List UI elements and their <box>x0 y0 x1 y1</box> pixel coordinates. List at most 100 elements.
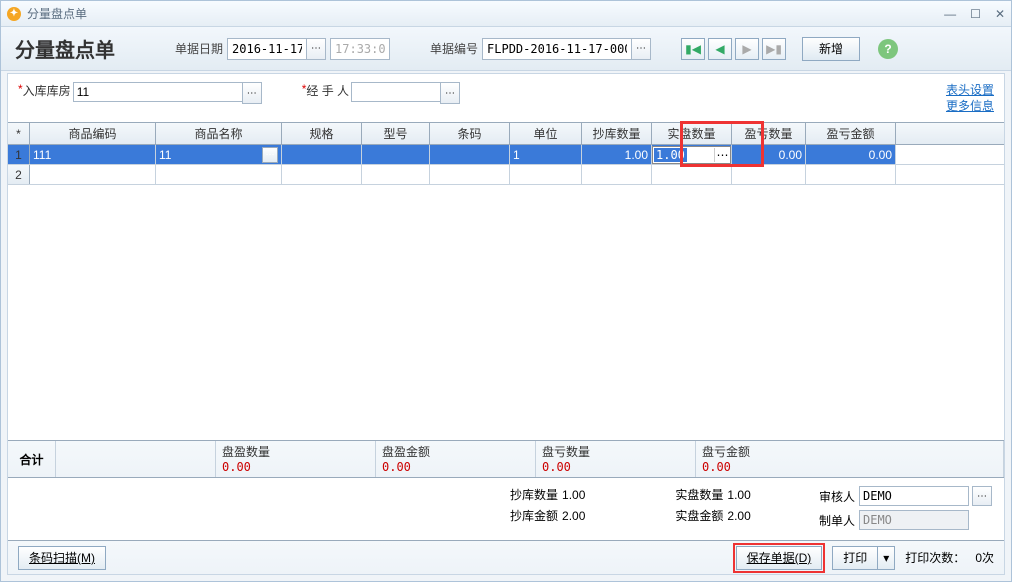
cell-model[interactable] <box>362 145 430 164</box>
col-diff-amt[interactable]: 盈亏金额 <box>806 123 896 144</box>
close-button[interactable]: ✕ <box>995 7 1005 21</box>
cell-diff-qty[interactable] <box>732 165 806 184</box>
print-dropdown-button[interactable]: ▾ <box>877 546 895 570</box>
cell-copy-qty[interactable]: 1.00 <box>582 145 652 164</box>
maximize-button[interactable]: ☐ <box>970 7 981 21</box>
col-code[interactable]: 商品编码 <box>30 123 156 144</box>
maker-label: 制单人 <box>819 512 855 529</box>
cell-spec[interactable] <box>282 165 362 184</box>
grid-header: * 商品编码 商品名称 规格 型号 条码 单位 抄库数量 实盘数量 盈亏数量 盈… <box>8 123 1004 145</box>
minimize-button[interactable]: — <box>944 7 956 21</box>
cell-real-qty[interactable]: 1.00 ⋯ <box>652 145 732 164</box>
deficit-qty-value: 0.00 <box>542 460 571 474</box>
col-name[interactable]: 商品名称 <box>156 123 282 144</box>
window-title: 分量盘点单 <box>27 5 87 22</box>
handler-lookup-button[interactable]: ⋯ <box>440 82 460 104</box>
real-qty-lookup-button[interactable]: ⋯ <box>714 148 730 162</box>
deficit-qty-label: 盘亏数量 <box>542 443 689 460</box>
cell-diff-amt[interactable] <box>806 165 896 184</box>
cell-spec[interactable] <box>282 145 362 164</box>
real-amt-label: 实盘金额 <box>675 507 723 524</box>
maker-input <box>859 510 969 530</box>
docno-lookup-button[interactable]: ⋯ <box>631 38 651 60</box>
surplus-qty-value: 0.00 <box>222 460 251 474</box>
header: 分量盘点单 单据日期 ⋯ 单据编号 ⋯ ▮◀ ◀ ▶ ▶▮ 新增 ? <box>1 27 1011 71</box>
deficit-amt-value: 0.00 <box>702 460 731 474</box>
titlebar: ✦ 分量盘点单 — ☐ ✕ <box>1 1 1011 27</box>
table-row[interactable]: 1 111 11 ⋯ 1 1.00 1.00 ⋯ 0.00 0 <box>8 145 1004 165</box>
app-icon: ✦ <box>7 7 21 21</box>
col-real-qty[interactable]: 实盘数量 <box>652 123 732 144</box>
auditor-input[interactable] <box>859 486 969 506</box>
print-button[interactable]: 打印 <box>832 546 878 570</box>
nav-buttons: ▮◀ ◀ ▶ ▶▮ <box>681 38 786 60</box>
cell-barcode[interactable] <box>430 145 510 164</box>
cell-copy-qty[interactable] <box>582 165 652 184</box>
time-input[interactable] <box>330 38 390 60</box>
print-count-value: 0次 <box>975 549 994 566</box>
real-qty-value: 1.00 <box>727 488 750 502</box>
surplus-amt-label: 盘盈金额 <box>382 443 529 460</box>
docno-input[interactable] <box>482 38 632 60</box>
help-icon[interactable]: ? <box>878 39 898 59</box>
window: ✦ 分量盘点单 — ☐ ✕ 分量盘点单 单据日期 ⋯ 单据编号 ⋯ ▮◀ ◀ ▶… <box>0 0 1012 582</box>
summary-bar: 抄库数量 1.00 抄库金额 2.00 实盘数量 1.00 实盘金额 2.00 … <box>8 480 1004 538</box>
page-title: 分量盘点单 <box>15 34 115 63</box>
more-info-link[interactable]: 更多信息 <box>946 98 994 114</box>
print-count-label: 打印次数： <box>905 549 965 566</box>
col-barcode[interactable]: 条码 <box>430 123 510 144</box>
nav-last-button[interactable]: ▶▮ <box>762 38 786 60</box>
cell-name[interactable] <box>156 165 282 184</box>
col-diff-qty[interactable]: 盈亏数量 <box>732 123 806 144</box>
save-button[interactable]: 保存单据(D) <box>736 546 823 570</box>
real-qty-editor[interactable]: 1.00 ⋯ <box>652 146 731 164</box>
totals-bar: 合计 盘盈数量 0.00 盘盈金额 0.00 盘亏数量 0.00 盘亏金额 0.… <box>8 440 1004 478</box>
barcode-scan-button[interactable]: 条码扫描(M) <box>18 546 106 570</box>
table-row[interactable]: 2 <box>8 165 1004 185</box>
copy-amt-label: 抄库金额 <box>510 507 558 524</box>
col-model[interactable]: 型号 <box>362 123 430 144</box>
warehouse-input[interactable] <box>73 82 243 102</box>
cell-name[interactable]: 11 ⋯ <box>156 145 282 164</box>
nav-prev-button[interactable]: ◀ <box>708 38 732 60</box>
cell-barcode[interactable] <box>430 165 510 184</box>
handler-label: 经 手 人 <box>306 82 349 99</box>
cell-model[interactable] <box>362 165 430 184</box>
nav-first-button[interactable]: ▮◀ <box>681 38 705 60</box>
new-button[interactable]: 新增 <box>802 37 860 61</box>
copy-qty-label: 抄库数量 <box>510 486 558 503</box>
real-amt-value: 2.00 <box>727 509 750 523</box>
date-picker-button[interactable]: ⋯ <box>306 38 326 60</box>
header-setting-link[interactable]: 表头设置 <box>946 82 994 98</box>
cell-code[interactable] <box>30 165 156 184</box>
cell-real-qty[interactable] <box>652 165 732 184</box>
cell-diff-amt[interactable]: 0.00 <box>806 145 896 164</box>
cell-unit[interactable] <box>510 165 582 184</box>
handler-input[interactable] <box>351 82 441 102</box>
real-qty-label: 实盘数量 <box>675 486 723 503</box>
col-unit[interactable]: 单位 <box>510 123 582 144</box>
warehouse-lookup-button[interactable]: ⋯ <box>242 82 262 104</box>
copy-amt-value: 2.00 <box>562 509 585 523</box>
row-number: 2 <box>8 165 30 184</box>
row-number: 1 <box>8 145 30 164</box>
auditor-lookup-button[interactable]: ⋯ <box>972 486 992 506</box>
cell-code[interactable]: 111 <box>30 145 156 164</box>
cell-unit[interactable]: 1 <box>510 145 582 164</box>
col-star[interactable]: * <box>8 123 30 144</box>
col-spec[interactable]: 规格 <box>282 123 362 144</box>
cell-diff-qty[interactable]: 0.00 <box>732 145 806 164</box>
footer: 条码扫描(M) 保存单据(D) 打印 ▾ 打印次数： 0次 <box>8 540 1004 574</box>
body: * 入库库房 ⋯ * 经 手 人 ⋯ 表头设置 更多信息 * 商品编码 商品名称… <box>7 73 1005 575</box>
warehouse-label: 入库库房 <box>23 82 71 99</box>
date-input[interactable] <box>227 38 307 60</box>
auditor-label: 审核人 <box>819 488 855 505</box>
surplus-amt-value: 0.00 <box>382 460 411 474</box>
filter-bar: * 入库库房 ⋯ * 经 手 人 ⋯ 表头设置 更多信息 <box>8 74 1004 122</box>
nav-next-button[interactable]: ▶ <box>735 38 759 60</box>
col-copy-qty[interactable]: 抄库数量 <box>582 123 652 144</box>
name-lookup-button[interactable]: ⋯ <box>262 147 278 163</box>
totals-label: 合计 <box>8 441 56 477</box>
date-label: 单据日期 <box>175 40 223 57</box>
copy-qty-value: 1.00 <box>562 488 585 502</box>
